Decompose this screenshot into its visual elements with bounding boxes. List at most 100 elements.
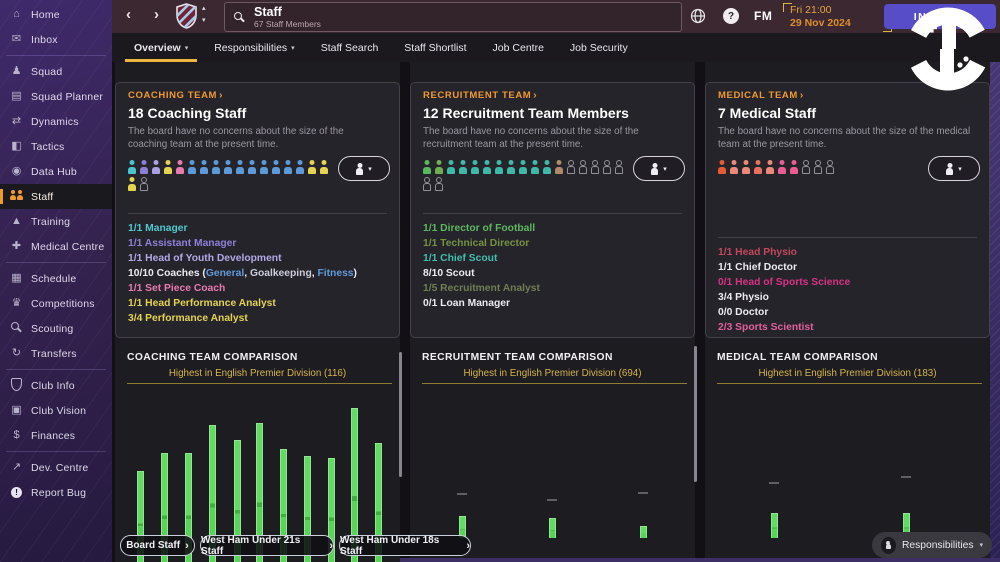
sidebar-item-dynamics[interactable]: ⇄Dynamics <box>0 109 112 134</box>
sidebar-item-home[interactable]: ⌂Home <box>0 2 112 27</box>
medical-comparison-subtitle: Highest in English Premier Division (183… <box>705 368 990 379</box>
title-search-box[interactable]: Staff 67 Staff Members <box>224 2 682 32</box>
west-ham-under-18s-staff-button[interactable]: West Ham Under 18s Staff› <box>339 535 471 556</box>
role-count-row[interactable]: 1/1 Assistant Manager <box>128 236 387 251</box>
person-icon <box>236 160 244 174</box>
coaching-staff-count: 18 Coaching Staff <box>128 105 387 121</box>
role-count-row[interactable]: 1/1 Set Piece Coach <box>128 281 387 296</box>
team-switcher-carets[interactable]: ▴ ▾ <box>202 3 206 27</box>
column-scrollbar[interactable] <box>694 346 697 482</box>
person-icon <box>128 177 136 191</box>
world-icon[interactable] <box>690 8 706 29</box>
sidebar-item-transfers[interactable]: ↻Transfers <box>0 341 112 366</box>
person-icon <box>555 160 563 174</box>
chevron-down-icon: ▾ <box>368 165 372 173</box>
tab-staff-shortlist[interactable]: Staff Shortlist <box>391 33 479 62</box>
sidebar-item-report-bug[interactable]: !Report Bug <box>0 480 112 505</box>
recruitment-staff-count: 12 Recruitment Team Members <box>423 105 682 121</box>
sidebar-item-staff[interactable]: Staff <box>0 184 112 209</box>
sidebar-item-training[interactable]: ▲Training <box>0 209 112 234</box>
person-icon <box>140 160 148 174</box>
person-icon <box>730 160 738 174</box>
sidebar-item-competitions[interactable]: ♛Competitions <box>0 291 112 316</box>
role-count-row[interactable]: 0/1 Head of Sports Science <box>718 275 977 290</box>
person-icon <box>651 163 658 175</box>
responsibilities-button[interactable]: Responsibilities ▾ <box>872 532 992 558</box>
sidebar-item-label: Tactics <box>31 141 65 153</box>
role-count-row[interactable]: 1/1 Head Physio <box>718 245 977 260</box>
sidebar-item-dev-centre[interactable]: ↗Dev. Centre <box>0 455 112 480</box>
forward-arrow-icon[interactable]: › <box>154 6 159 24</box>
sidebar-item-schedule[interactable]: ▦Schedule <box>0 266 112 291</box>
club-vision-icon: ▣ <box>8 405 25 416</box>
role-count-row[interactable]: 2/3 Sports Scientist <box>718 320 977 335</box>
person-icon <box>483 160 491 174</box>
role-count-row[interactable]: 1/1 Chief Doctor <box>718 260 977 275</box>
role-count-row[interactable]: 8/10 Scout <box>423 266 682 281</box>
role-count-row[interactable]: 1/5 Recruitment Analyst <box>423 281 682 296</box>
help-icon[interactable]: ? <box>723 8 739 24</box>
caret-down-icon[interactable]: ▾ <box>202 15 206 27</box>
role-count-row[interactable]: 1/1 Manager <box>128 221 387 236</box>
person-icon <box>224 160 232 174</box>
person-icon <box>200 160 208 174</box>
person-icon <box>260 160 268 174</box>
tab-job-centre[interactable]: Job Centre <box>480 33 557 62</box>
role-count-row[interactable]: 0/0 Doctor <box>718 305 977 320</box>
tab-staff-search[interactable]: Staff Search <box>308 33 392 62</box>
sidebar-item-label: Club Info <box>31 380 75 392</box>
coaching-staff-icons <box>128 157 332 191</box>
tab-overview[interactable]: Overview▾ <box>121 33 201 62</box>
sidebar-item-label: Report Bug <box>31 487 86 499</box>
coaching-team-link[interactable]: COACHING TEAM› <box>128 90 387 101</box>
west-ham-under-21s-staff-button[interactable]: West Ham Under 21s Staff› <box>200 535 334 556</box>
board-staff-button[interactable]: Board Staff› <box>120 535 195 556</box>
medical-board-note: The board have no concerns about the siz… <box>718 126 972 152</box>
staff-filter-button[interactable]: ▾ <box>633 156 685 181</box>
chevron-right-icon: › <box>219 90 223 101</box>
date-line2: 29 Nov 2024 <box>790 17 882 30</box>
recruitment-team-link[interactable]: RECRUITMENT TEAM› <box>423 90 682 101</box>
role-count-row[interactable]: 1/1 Head of Youth Development <box>128 251 387 266</box>
person-icon <box>742 160 750 174</box>
role-count-row[interactable]: 0/1 Loan Manager <box>423 296 682 311</box>
sidebar-item-medical-centre[interactable]: ✚Medical Centre <box>0 234 112 259</box>
sidebar-item-scouting[interactable]: Scouting <box>0 316 112 341</box>
sidebar-item-squad-planner[interactable]: ▤Squad Planner <box>0 84 112 109</box>
training-icon: ▲ <box>8 216 25 227</box>
coaching-board-note: The board have no concerns about the siz… <box>128 126 382 152</box>
staff-filter-button[interactable]: ▾ <box>338 156 390 181</box>
role-count-row[interactable]: 1/1 Chief Scout <box>423 251 682 266</box>
recruitment-staff-icons <box>423 157 627 191</box>
tab-job-security[interactable]: Job Security <box>557 33 641 62</box>
page-subtitle: 67 Staff Members <box>254 19 321 29</box>
dev-centre-icon: ↗ <box>8 462 25 473</box>
person-icon <box>495 160 503 174</box>
club-crest-icon[interactable] <box>176 3 197 34</box>
vacant-person-icon <box>579 160 587 174</box>
role-count-row[interactable]: 3/4 Performance Analyst <box>128 311 387 326</box>
sidebar-item-squad[interactable]: ♟Squad <box>0 59 112 84</box>
role-count-row[interactable]: 1/1 Technical Director <box>423 236 682 251</box>
role-count-row[interactable]: 1/1 Head Performance Analyst <box>128 296 387 311</box>
person-icon <box>435 160 443 174</box>
sidebar-item-finances[interactable]: $Finances <box>0 423 112 448</box>
sidebar-item-inbox[interactable]: ✉Inbox <box>0 27 112 52</box>
role-count-row[interactable]: 10/10 Coaches (General, Goalkeeping, Fit… <box>128 266 387 281</box>
back-arrow-icon[interactable]: ‹ <box>126 6 131 24</box>
staff-filter-button[interactable]: ▾ <box>928 156 980 181</box>
sidebar-item-data-hub[interactable]: ◉Data Hub <box>0 159 112 184</box>
role-count-row[interactable]: 3/4 Physio <box>718 290 977 305</box>
person-icon <box>946 163 953 175</box>
caret-up-icon[interactable]: ▴ <box>202 3 206 15</box>
chevron-down-icon: ▾ <box>958 165 962 173</box>
date-time[interactable]: Fri 21:00 29 Nov 2024 <box>790 4 882 30</box>
tab-responsibilities[interactable]: Responsibilities▾ <box>201 33 307 62</box>
column-scrollbar[interactable] <box>399 352 402 477</box>
sidebar-item-club-vision[interactable]: ▣Club Vision <box>0 398 112 423</box>
date-time-line1: Fri 21:00 <box>790 4 882 17</box>
sidebar-item-club-info[interactable]: Club Info <box>0 373 112 398</box>
sidebar-item-tactics[interactable]: ◧Tactics <box>0 134 112 159</box>
data-hub-icon: ◉ <box>8 166 25 177</box>
role-count-row[interactable]: 1/1 Director of Football <box>423 221 682 236</box>
